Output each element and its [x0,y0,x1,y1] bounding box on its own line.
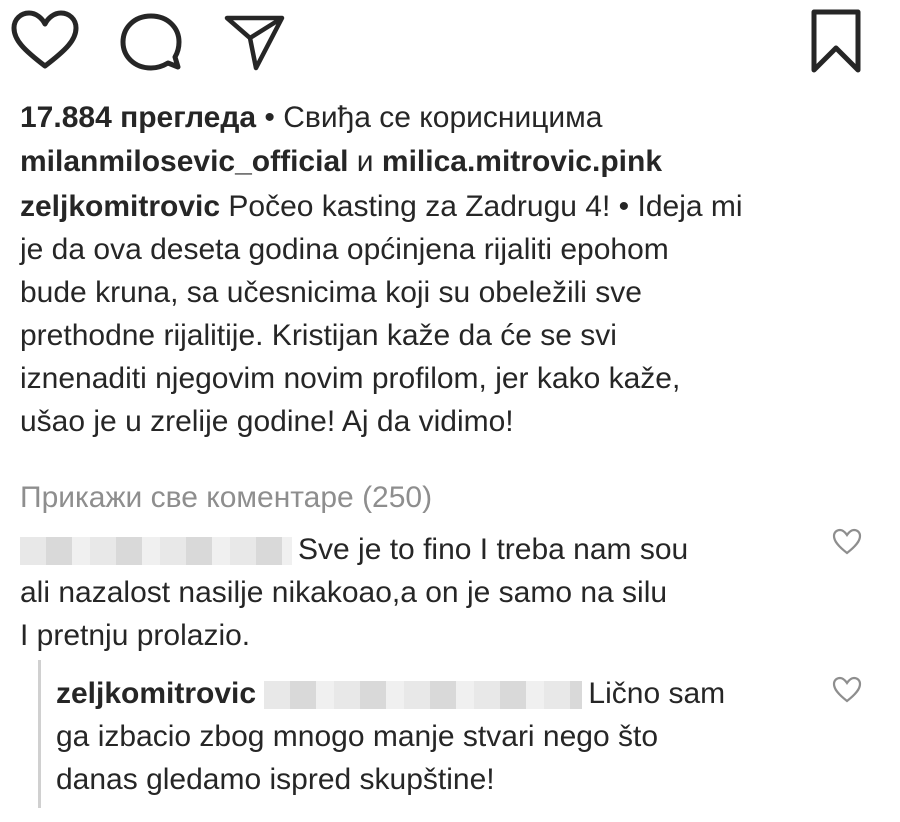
heart-icon[interactable] [10,10,80,72]
caption-text: ušao je u zrelije godine! Aj da vidimo! [20,405,514,438]
post-caption: zeljkomitrovic Počeo kasting za Zadrugu … [20,185,880,443]
comment-like-heart-icon[interactable] [832,528,862,561]
caption-username[interactable]: zeljkomitrovic [20,190,220,223]
liker-conjunction: и [348,145,382,178]
liked-by-line: milanmilosevic_official и milica.mitrovi… [20,140,662,183]
caption-text: Počeo kasting za Zadrugu 4! • Ideja mi [220,190,743,223]
blurred-mention [264,681,583,710]
liked-by-prefix: • Свиђа се корисницима [256,101,603,134]
comment-text: ali nazalost nasilje nikakoao,a on je sa… [20,576,668,609]
reply-text: ga izbacio zbog mnogo manje stvari nego … [56,720,659,753]
caption-text: prethodne rijalitije. Kristijan kaže da … [20,319,617,352]
blurred-username [20,537,292,566]
caption-text: iznenaditi njegovim novim profilom, jer … [20,362,681,395]
reply-text: danas gledamo ispred skupštine! [56,763,495,796]
reply-username[interactable]: zeljkomitrovic [56,677,256,710]
view-all-comments-link[interactable]: Прикажи све коментаре (250) [20,476,432,519]
reply-like-heart-icon[interactable] [832,676,862,709]
comment-text: I pretnju prolazio. [20,619,251,652]
view-count[interactable]: 17.884 прегледа [20,101,256,134]
bookmark-icon[interactable] [808,8,864,74]
comment-bubble-icon[interactable] [118,12,184,74]
liker-username[interactable]: milica.mitrovic.pink [382,145,662,178]
reply-comment: zeljkomitrovic Lično sam ga izbacio zbog… [56,672,725,801]
view-count-line: 17.884 прегледа • Свиђа се корисницима [20,96,602,139]
liker-username[interactable]: milanmilosevic_official [20,145,348,178]
caption-text: bude kruna, sa učesnicima koji su obelež… [20,276,642,309]
comment-text: Sve je to fino I treba nam sou [298,533,689,566]
post-action-bar [0,0,900,80]
comment: Sve je to fino I treba nam sou ali nazal… [20,528,688,657]
paper-plane-icon[interactable] [222,12,286,72]
reply-text: Lično sam [588,677,726,710]
caption-text: je da ova deseta godina općinjena rijali… [20,233,669,266]
